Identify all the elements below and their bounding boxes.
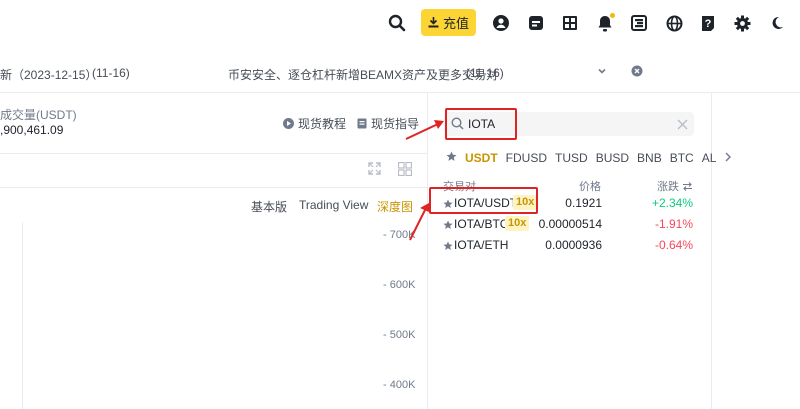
pair-change: -0.64%: [654, 238, 693, 252]
play-icon: [283, 118, 294, 129]
help-icon[interactable]: ?: [697, 12, 719, 34]
column-header-price[interactable]: 价格: [579, 178, 601, 194]
wallet-icon[interactable]: [525, 12, 547, 34]
spot-tutorial-link[interactable]: 现货教程: [283, 115, 346, 132]
download-icon[interactable]: [628, 12, 650, 34]
globe-icon[interactable]: [663, 12, 685, 34]
star-icon[interactable]: [443, 196, 453, 214]
divider: [0, 153, 427, 154]
pair-change: +2.34%: [651, 196, 693, 210]
pair-name: IOTA/BTC: [454, 217, 509, 231]
leverage-badge: 10x: [505, 216, 530, 231]
favorites-star-icon[interactable]: [446, 151, 457, 165]
pair-name: IOTA/ETH: [454, 238, 509, 252]
market-search-input[interactable]: [468, 112, 668, 136]
settings-icon[interactable]: [731, 12, 753, 34]
pair-name: IOTA/USDT: [454, 196, 518, 210]
volume-value: ,900,461.09: [0, 123, 64, 137]
chevron-right-icon[interactable]: [724, 151, 732, 165]
deposit-label: 充值: [442, 16, 469, 31]
search-icon: [451, 117, 464, 135]
tab-btc[interactable]: BTC: [670, 151, 694, 165]
close-icon[interactable]: [631, 65, 643, 80]
expand-icon[interactable]: [368, 162, 381, 180]
notification-icon[interactable]: [594, 12, 616, 34]
announcement-date: (11-16): [92, 66, 130, 80]
axis-tick-label: - 600K: [383, 279, 416, 291]
chevron-down-icon[interactable]: [597, 65, 607, 79]
theme-icon[interactable]: [766, 12, 788, 34]
search-icon[interactable]: [386, 12, 408, 34]
axis-tick-label: - 700K: [383, 229, 416, 241]
quote-asset-tabs: USDT FDUSD TUSD BUSD BNB BTC AL: [446, 150, 732, 166]
spot-tutorial-label: 现货教程: [298, 117, 347, 131]
svg-text:?: ?: [705, 18, 712, 30]
divider: [427, 92, 428, 409]
announcement-item[interactable]: 新（2023-12-15）: [0, 66, 97, 83]
depth-chart: [0, 218, 427, 409]
divider: [711, 92, 712, 409]
column-header-change[interactable]: 涨跌: [657, 178, 693, 194]
chart-axis-line: [22, 222, 23, 409]
spot-guide-label: 现货指导: [371, 117, 420, 131]
divider: [0, 92, 800, 93]
user-icon[interactable]: [490, 12, 512, 34]
orders-icon[interactable]: [559, 12, 581, 34]
announcement-bar: 新（2023-12-15） (11-16) 币安安全、逐仓杠杆新增BEAMX资产…: [0, 52, 660, 92]
leverage-badge: 10x: [513, 195, 538, 210]
tab-usdt[interactable]: USDT: [465, 151, 498, 165]
deposit-button[interactable]: 充值: [421, 9, 476, 36]
pair-price: 0.00000514: [538, 217, 602, 231]
column-header-pair[interactable]: 交易对: [443, 178, 476, 194]
announcement-item[interactable]: 币安安全、逐仓杠杆新增BEAMX资产及更多交易对: [228, 66, 498, 83]
divider: [0, 187, 427, 188]
pair-price: 0.0000936: [545, 238, 602, 252]
top-header: 充值 ?: [0, 0, 800, 46]
star-icon[interactable]: [443, 238, 453, 256]
swap-icon: [683, 182, 693, 191]
clear-search-icon[interactable]: [677, 117, 688, 135]
market-pair-row[interactable]: IOTA/ETH 0.0000936 -0.64%: [443, 235, 695, 255]
pair-price: 0.1921: [565, 196, 602, 210]
notification-badge: [610, 13, 615, 18]
document-icon: [357, 118, 367, 129]
pair-change: -1.91%: [654, 217, 693, 231]
layout-grid-icon[interactable]: [397, 161, 413, 181]
tab-busd[interactable]: BUSD: [596, 151, 629, 165]
deposit-icon: [428, 17, 439, 28]
market-pair-row[interactable]: IOTA/USDT 10x 0.1921 +2.34%: [443, 193, 695, 213]
tab-fdusd[interactable]: FDUSD: [506, 151, 547, 165]
star-icon[interactable]: [443, 217, 453, 235]
chart-view-tradingview[interactable]: Trading View: [299, 198, 368, 212]
chart-view-basic[interactable]: 基本版: [251, 198, 287, 215]
volume-label: 成交量(USDT): [0, 108, 77, 122]
spot-guide-link[interactable]: 现货指导: [357, 115, 419, 132]
tab-bnb[interactable]: BNB: [637, 151, 662, 165]
market-pair-row[interactable]: IOTA/BTC 10x 0.00000514 -1.91%: [443, 214, 695, 234]
tab-alts[interactable]: AL: [702, 151, 717, 165]
axis-tick-label: - 400K: [383, 379, 416, 391]
announcement-date: (11-16): [466, 66, 504, 80]
axis-tick-label: - 500K: [383, 329, 416, 341]
tab-tusd[interactable]: TUSD: [555, 151, 588, 165]
chart-view-depth[interactable]: 深度图: [377, 198, 413, 215]
